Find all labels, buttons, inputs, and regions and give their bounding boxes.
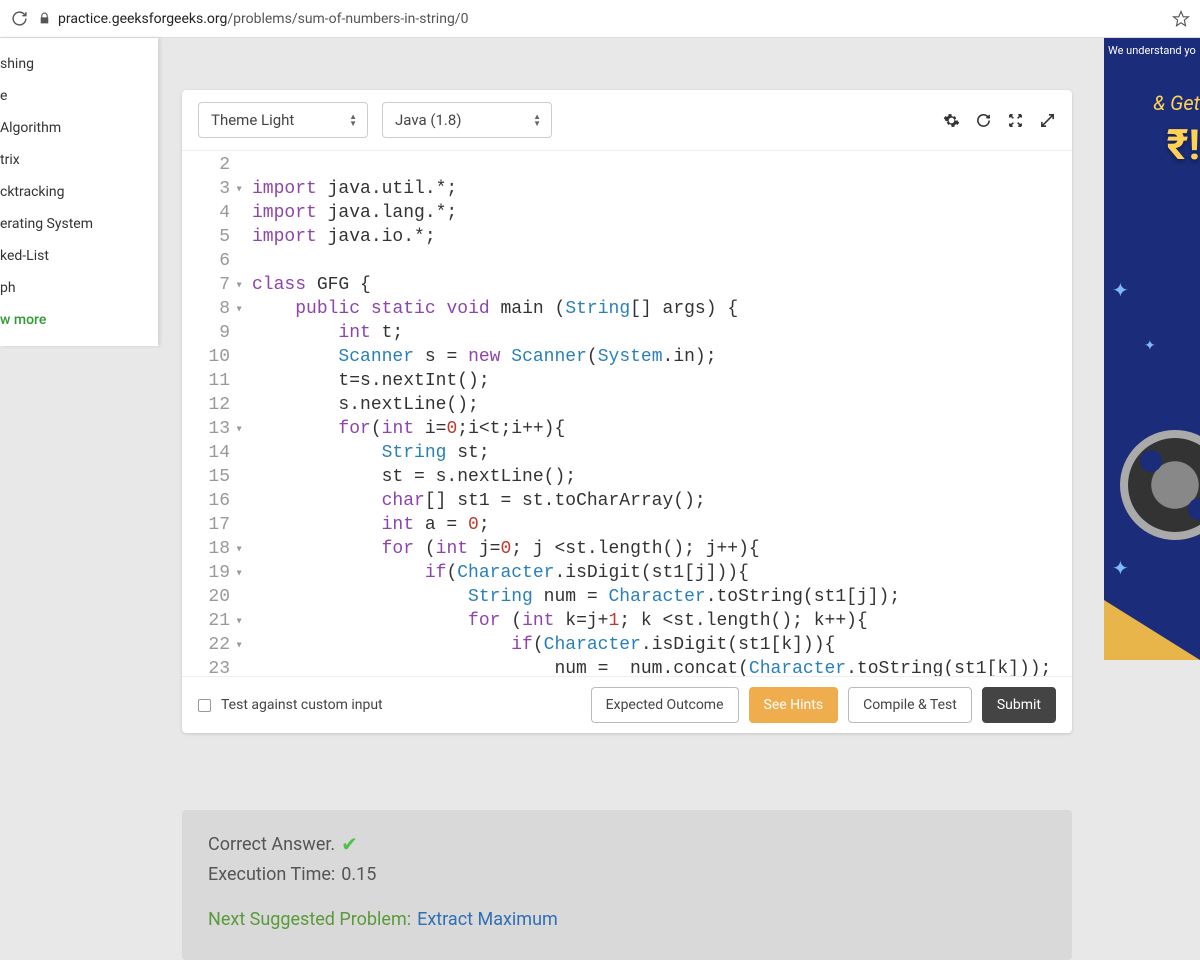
compile-test-button[interactable]: Compile & Test [848, 687, 972, 723]
line-number-gutter: 23456789101112131415161718192021222324 [182, 151, 236, 676]
sidebar-item[interactable]: shing [0, 48, 158, 80]
sidebar-item[interactable]: erating System [0, 208, 158, 240]
select-arrows-icon: ▲▼ [533, 113, 541, 127]
sparkle-icon: ✦ [1112, 556, 1129, 580]
custom-input-label: Test against custom input [221, 697, 383, 713]
submit-button[interactable]: Submit [982, 687, 1056, 723]
browser-address-bar: practice.geeksforgeeks.org/problems/sum-… [0, 0, 1200, 38]
sidebar-item[interactable]: ph [0, 272, 158, 304]
sidebar-show-more[interactable]: w more [0, 304, 158, 336]
language-select[interactable]: Java (1.8) ▲▼ [382, 102, 552, 138]
sidebar-item[interactable]: Algorithm [0, 112, 158, 144]
sidebar-item[interactable]: trix [0, 144, 158, 176]
select-arrows-icon: ▲▼ [349, 113, 357, 127]
settings-gear-icon[interactable] [942, 111, 960, 129]
expand-icon[interactable] [1006, 111, 1024, 129]
reload-icon[interactable] [10, 10, 28, 28]
lock-icon [38, 12, 52, 26]
theme-select[interactable]: Theme Light ▲▼ [198, 102, 368, 138]
editor-toolbar: Theme Light ▲▼ Java (1.8) ▲▼ [182, 90, 1072, 151]
film-reel-icon [1120, 430, 1200, 540]
code-editor[interactable]: 23456789101112131415161718192021222324 i… [182, 151, 1072, 676]
editor-panel: Theme Light ▲▼ Java (1.8) ▲▼ 23456789101… [182, 90, 1072, 733]
topic-sidebar: shingeAlgorithmtrixcktrackingerating Sys… [0, 38, 158, 346]
next-problem-label: Next Suggested Problem: [208, 909, 411, 930]
sparkle-icon: ✦ [1144, 338, 1156, 354]
ad-tagline: We understand yo [1104, 38, 1200, 57]
correct-answer-text: Correct Answer. [208, 834, 335, 855]
sidebar-item[interactable]: ked-List [0, 240, 158, 272]
custom-input-checkbox[interactable] [198, 699, 211, 712]
next-problem-link[interactable]: Extract Maximum [417, 909, 558, 930]
ad-rupee-text: ₹! [1104, 115, 1200, 170]
success-check-icon: ✔ [341, 832, 358, 856]
code-content[interactable]: import java.util.*;import java.lang.*;im… [236, 151, 1072, 676]
ad-decoration [1104, 600, 1200, 660]
sidebar-item[interactable]: cktracking [0, 176, 158, 208]
sidebar-item[interactable]: e [0, 80, 158, 112]
url-host: practice.geeksforgeeks.org [58, 11, 227, 27]
url-text[interactable]: practice.geeksforgeeks.org/problems/sum-… [58, 11, 1166, 27]
expected-outcome-button[interactable]: Expected Outcome [591, 687, 739, 723]
ad-banner[interactable]: We understand yo & Get ₹! ✦ ✦ ✦ [1104, 38, 1200, 660]
fullscreen-icon[interactable] [1038, 111, 1056, 129]
theme-select-value: Theme Light [211, 111, 294, 129]
bookmark-star-icon[interactable] [1172, 10, 1190, 28]
reset-icon[interactable] [974, 111, 992, 129]
ad-get-text: & Get [1104, 57, 1200, 115]
see-hints-button[interactable]: See Hints [749, 687, 839, 723]
editor-action-icons [942, 111, 1056, 129]
execution-time-value: 0.15 [341, 864, 376, 885]
execution-time-label: Execution Time: [208, 864, 335, 885]
language-select-value: Java (1.8) [395, 111, 462, 129]
sparkle-icon: ✦ [1112, 278, 1129, 302]
result-panel: Correct Answer. ✔ Execution Time: 0.15 Ne… [182, 810, 1072, 960]
editor-bottombar: Test against custom input Expected Outco… [182, 676, 1072, 733]
url-path: /problems/sum-of-numbers-in-string/0 [227, 11, 468, 27]
